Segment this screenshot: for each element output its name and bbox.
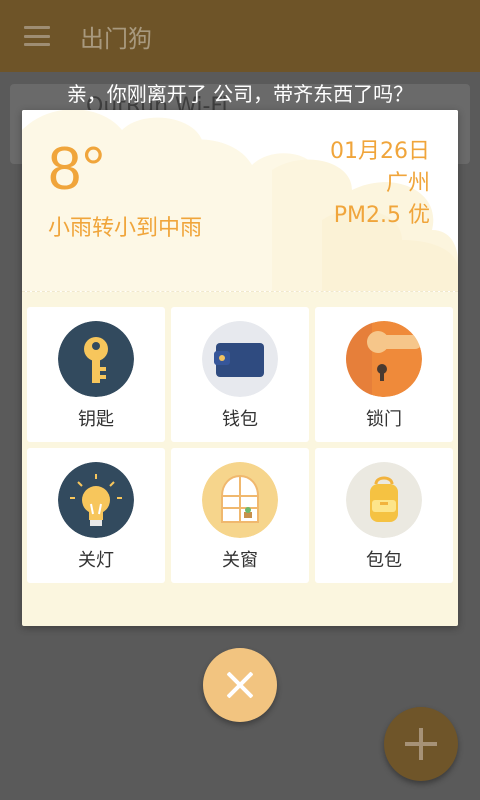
- wallet-icon: [202, 321, 278, 397]
- reminder-prompt: 亲，你刚离开了 公司，带齐东西了吗？: [66, 82, 414, 106]
- add-button[interactable]: [384, 707, 458, 781]
- app-title: 出门狗: [80, 24, 152, 53]
- city: 广州: [385, 171, 430, 196]
- item-key[interactable]: 钥匙: [27, 307, 165, 442]
- item-label: 包包: [366, 550, 402, 571]
- item-label: 关窗: [222, 550, 258, 571]
- weather-description: 小雨转小到中雨: [48, 216, 203, 241]
- key-icon: [58, 321, 134, 397]
- menu-icon[interactable]: [24, 26, 50, 46]
- plus-icon: [405, 728, 437, 760]
- app-bar: 出门狗: [0, 0, 480, 72]
- item-label: 钥匙: [78, 409, 114, 430]
- air-quality: PM2.5 优: [333, 203, 430, 228]
- item-label: 钱包: [222, 409, 258, 430]
- item-lock-door[interactable]: 锁门: [315, 307, 453, 442]
- checklist-grid: 钥匙 钱包 锁门 关灯 关窗 包包: [27, 307, 453, 583]
- window-icon: [202, 462, 278, 538]
- door-lock-icon: [346, 321, 422, 397]
- temperature: 8°: [48, 135, 106, 202]
- weather-panel: 8° 小雨转小到中雨 01月26日 广州 PM2.5 优: [22, 110, 458, 292]
- bag-icon: [346, 462, 422, 538]
- item-light-off[interactable]: 关灯: [27, 448, 165, 583]
- item-label: 锁门: [366, 409, 402, 430]
- close-icon: [225, 670, 255, 700]
- item-close-window[interactable]: 关窗: [171, 448, 309, 583]
- item-wallet[interactable]: 钱包: [171, 307, 309, 442]
- weather-details: 01月26日 广州 PM2.5 优: [330, 136, 430, 232]
- date: 01月26日: [330, 139, 430, 164]
- checklist-dialog: 8° 小雨转小到中雨 01月26日 广州 PM2.5 优 钥匙 钱包 锁门 关灯…: [22, 110, 458, 626]
- light-bulb-icon: [58, 462, 134, 538]
- item-label: 关灯: [78, 550, 114, 571]
- item-bag[interactable]: 包包: [315, 448, 453, 583]
- close-button[interactable]: [203, 648, 277, 722]
